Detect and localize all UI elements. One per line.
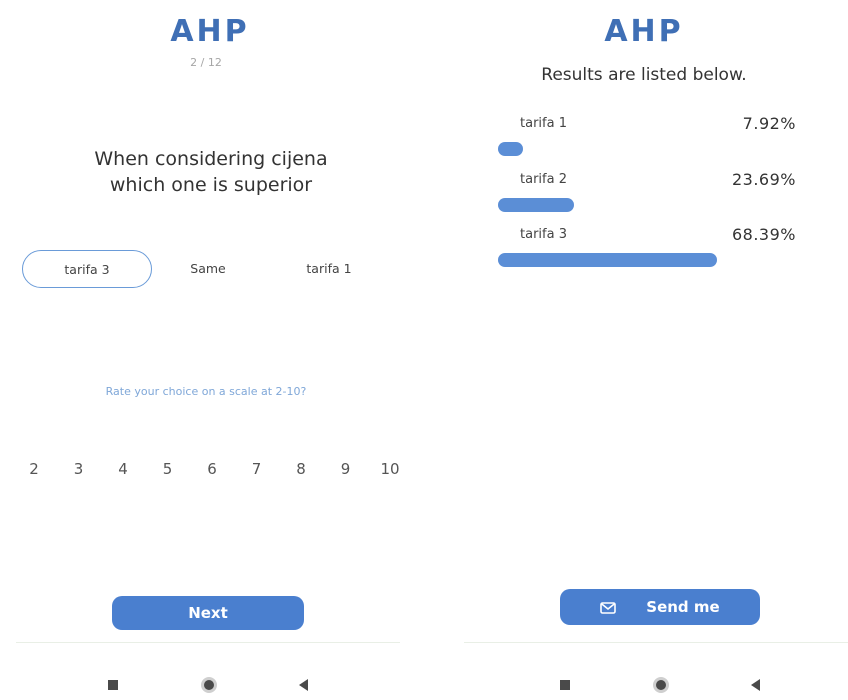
result-row: tarifa 2 23.69% (496, 170, 796, 232)
choice-option-left[interactable]: tarifa 3 (22, 250, 152, 288)
result-bar (498, 198, 574, 212)
back-icon[interactable] (290, 672, 316, 698)
results-screen: AHP Results are listed below. tarifa 1 7… (440, 0, 848, 700)
scale-option[interactable]: 3 (59, 460, 99, 478)
choice-option-same[interactable]: Same (168, 250, 248, 288)
home-icon[interactable] (648, 672, 674, 698)
progress-counter: 2 / 12 (190, 56, 222, 69)
recent-apps-icon[interactable] (100, 672, 126, 698)
system-nav-bar (552, 672, 772, 698)
result-value: 68.39% (731, 225, 796, 244)
send-me-label: Send me (646, 598, 720, 616)
result-bar (498, 253, 717, 267)
scale-option[interactable]: 9 (326, 460, 366, 478)
next-button[interactable]: Next (112, 596, 304, 630)
mail-icon (600, 602, 617, 614)
app-logo: AHP (170, 14, 250, 49)
app-logo: AHP (604, 14, 684, 49)
scale-option[interactable]: 4 (103, 460, 143, 478)
rate-prompt: Rate your choice on a scale at 2-10? (105, 385, 307, 398)
result-value: 23.69% (731, 170, 796, 189)
home-icon[interactable] (196, 672, 222, 698)
system-nav-bar (100, 672, 320, 698)
send-me-button[interactable]: Send me (560, 589, 760, 625)
divider (464, 642, 848, 643)
scale-option[interactable]: 7 (237, 460, 277, 478)
question-text: When considering cijena which one is sup… (0, 146, 422, 198)
result-value: 7.92% (742, 114, 796, 133)
question-line-2: which one is superior (109, 174, 313, 196)
divider (16, 642, 400, 643)
scale-option[interactable]: 8 (281, 460, 321, 478)
result-row: tarifa 1 7.92% (496, 114, 796, 176)
question-line-1: When considering cijena (94, 148, 328, 170)
scale-option[interactable]: 5 (148, 460, 188, 478)
scale-option[interactable]: 2 (14, 460, 54, 478)
result-row: tarifa 3 68.39% (496, 225, 796, 287)
result-name: tarifa 1 (520, 116, 567, 131)
rating-scale: 2 3 4 5 6 7 8 9 10 (14, 460, 410, 478)
question-screen: AHP 2 / 12 When considering cijena which… (0, 0, 420, 700)
scale-option[interactable]: 10 (370, 460, 410, 478)
results-heading: Results are listed below. (541, 65, 747, 85)
recent-apps-icon[interactable] (552, 672, 578, 698)
scale-option[interactable]: 6 (192, 460, 232, 478)
result-name: tarifa 2 (520, 172, 567, 187)
back-icon[interactable] (742, 672, 768, 698)
result-bar (498, 142, 523, 156)
result-name: tarifa 3 (520, 227, 567, 242)
choice-option-right[interactable]: tarifa 1 (284, 250, 374, 288)
